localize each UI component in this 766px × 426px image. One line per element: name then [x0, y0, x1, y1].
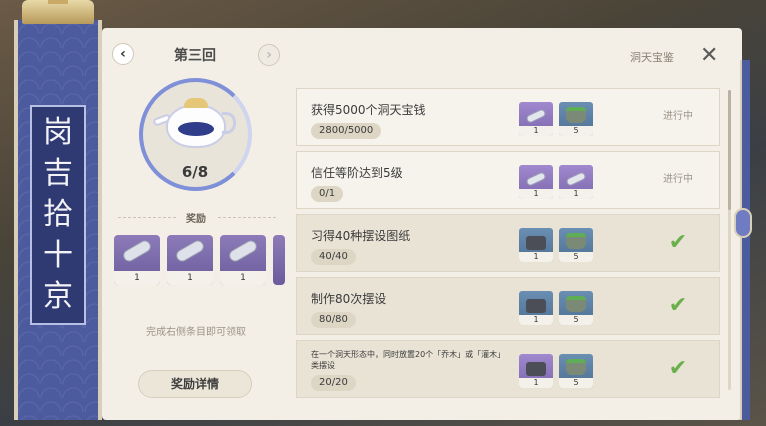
task-row[interactable]: 获得5000个洞天宝钱 2800/5000 1 5 进行中 — [296, 88, 720, 146]
item-count: 1 — [519, 378, 553, 388]
task-reward-item[interactable]: 1 — [519, 102, 553, 136]
scroll-icon — [227, 238, 259, 264]
reward-item[interactable]: 1 — [114, 235, 160, 285]
rock-icon — [566, 296, 586, 312]
task-reward-item[interactable]: 1 — [559, 165, 593, 199]
banner-calligraphy: 岗 吉 拾 十 京 — [30, 105, 86, 325]
task-reward-item[interactable]: 5 — [559, 102, 593, 136]
furniture-icon — [526, 236, 546, 250]
divider-left — [118, 217, 176, 218]
task-scrollbar-thumb[interactable] — [728, 90, 731, 210]
banner-char: 吉 — [43, 156, 73, 192]
teapot-lid — [184, 98, 208, 108]
scroll-icon — [174, 238, 206, 264]
task-title: 习得40种摆设图纸 — [311, 229, 411, 243]
banner-finial — [22, 0, 94, 24]
item-count: 1 — [519, 252, 553, 262]
scroll-icon — [525, 171, 547, 187]
reward-count: 1 — [167, 271, 213, 285]
task-status: 进行中 — [663, 174, 693, 185]
reward-details-button[interactable]: 奖励详情 — [138, 370, 252, 398]
reward-count: 1 — [220, 271, 266, 285]
reward-count: 1 — [114, 271, 160, 285]
scroll-icon — [121, 238, 153, 264]
task-progress: 40/40 — [311, 249, 356, 265]
item-count: 5 — [559, 378, 593, 388]
teapot-icon — [166, 104, 226, 148]
scroll-icon — [525, 108, 547, 124]
item-count: 1 — [519, 126, 553, 136]
task-reward-item[interactable]: 5 — [559, 228, 593, 262]
round-title: 第三回 — [174, 48, 216, 64]
task-progress: 80/80 — [311, 312, 356, 328]
reward-label: 奖励 — [186, 214, 206, 225]
task-progress: 0/1 — [311, 186, 344, 202]
item-count: 1 — [519, 189, 553, 199]
task-title: 获得5000个洞天宝钱 — [311, 103, 426, 117]
item-count: 1 — [559, 189, 593, 199]
reward-hint: 完成右侧条目即可领取 — [146, 327, 246, 338]
task-progress: 2800/5000 — [311, 123, 382, 139]
close-icon[interactable]: ✕ — [700, 43, 718, 68]
task-row[interactable]: 信任等阶达到5级 0/1 1 1 进行中 — [296, 151, 720, 209]
chevron-right-icon[interactable]: › — [258, 44, 280, 66]
task-row[interactable]: 在一个洞天形态中，同时放置20个「乔木」或「灌木」类摆设 20/20 1 5 ✔ — [296, 340, 720, 398]
task-reward-item[interactable]: 1 — [519, 291, 553, 325]
reward-item[interactable]: 1 — [167, 235, 213, 285]
item-count: 5 — [559, 315, 593, 325]
scroll-icon — [565, 171, 587, 187]
teapot-progress-count: 6/8 — [181, 163, 209, 181]
task-row[interactable]: 制作80次摆设 80/80 1 5 ✔ — [296, 277, 720, 335]
task-title: 制作80次摆设 — [311, 292, 387, 306]
task-status: 进行中 — [663, 111, 693, 122]
banner-char: 岗 — [43, 115, 73, 151]
task-progress: 20/20 — [311, 375, 356, 391]
task-reward-item[interactable]: 1 — [519, 165, 553, 199]
task-reward-item[interactable]: 1 — [519, 354, 553, 388]
banner-char: 京 — [43, 278, 73, 314]
checkmark-icon: ✔ — [668, 356, 688, 381]
item-count: 1 — [519, 315, 553, 325]
page-label: 洞天宝鉴 — [630, 51, 674, 64]
reward-item[interactable]: 1 — [220, 235, 266, 285]
checkmark-icon: ✔ — [668, 230, 688, 255]
chevron-left-icon[interactable]: ‹ — [112, 43, 134, 65]
reward-item-partial — [273, 235, 285, 285]
furniture-icon — [526, 299, 546, 313]
task-reward-item[interactable]: 1 — [519, 228, 553, 262]
right-scroll-edge — [740, 60, 750, 420]
item-count: 5 — [559, 126, 593, 136]
divider-right — [218, 217, 276, 218]
checkmark-icon: ✔ — [668, 293, 688, 318]
side-tab-handle[interactable] — [734, 208, 752, 238]
task-reward-item[interactable]: 5 — [559, 354, 593, 388]
rock-icon — [566, 233, 586, 249]
furniture-icon — [526, 362, 546, 376]
task-title: 在一个洞天形态中，同时放置20个「乔木」或「灌木」类摆设 — [311, 350, 506, 370]
rock-icon — [566, 359, 586, 375]
task-reward-item[interactable]: 5 — [559, 291, 593, 325]
item-count: 5 — [559, 252, 593, 262]
rock-icon — [566, 107, 586, 123]
task-title: 信任等阶达到5级 — [311, 166, 403, 180]
banner-char: 拾 — [43, 196, 73, 232]
task-row[interactable]: 习得40种摆设图纸 40/40 1 5 ✔ — [296, 214, 720, 272]
banner-char: 十 — [43, 237, 73, 273]
